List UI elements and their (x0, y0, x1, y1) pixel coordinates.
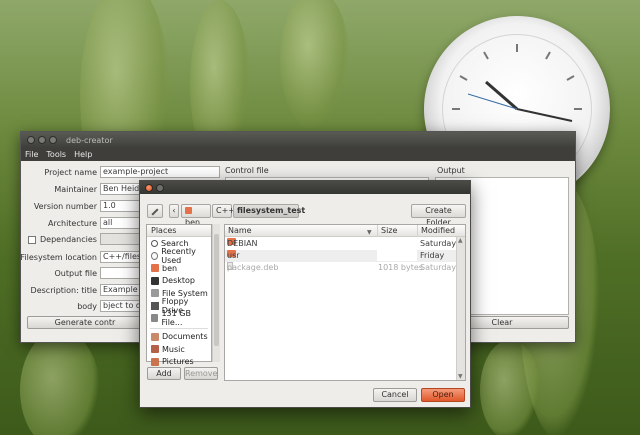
cancel-button[interactable]: Cancel (373, 388, 417, 402)
dialog-titlebar[interactable] (140, 181, 470, 194)
main-titlebar[interactable]: deb-creator (21, 132, 575, 148)
control-file-label: Control file (225, 166, 269, 175)
column-modified[interactable]: Modified (417, 225, 459, 237)
path-crumb-cpp[interactable]: C++ (212, 204, 235, 218)
output-file-input[interactable] (100, 267, 144, 279)
chevron-left-icon: ‹ (172, 206, 176, 215)
body-input[interactable]: bject to dem (100, 300, 144, 312)
window-title: deb-creator (66, 135, 113, 145)
drive-icon (151, 314, 159, 323)
place-desktop-label: Desktop (162, 276, 195, 286)
file-list-header: Name ▼ Size Modified (225, 225, 465, 237)
version-label: Version number (33, 202, 97, 211)
generate-control-button[interactable]: Generate contr (27, 316, 143, 329)
places-scrollbar[interactable] (212, 224, 220, 362)
file-modified: Saturday (420, 263, 457, 272)
file-size (377, 250, 417, 261)
body-label: body (77, 302, 97, 311)
file-name-text: package.deb (227, 263, 279, 272)
desc-title-label: Description: title (30, 286, 97, 295)
maximize-button[interactable] (49, 136, 57, 144)
pencil-icon (151, 208, 159, 216)
places-scrollbar-thumb[interactable] (214, 234, 219, 346)
file-size (377, 238, 417, 249)
architecture-select[interactable]: all (100, 217, 144, 229)
desktop-icon (151, 276, 159, 285)
file-list-scrollbar[interactable]: ▲ ▼ (456, 237, 465, 380)
home-folder-icon (185, 207, 192, 214)
place-music[interactable]: Music (147, 343, 211, 356)
place-music-label: Music (162, 344, 185, 354)
clock-icon (151, 251, 159, 260)
scroll-up-icon: ▲ (458, 237, 463, 244)
filesystem-input[interactable]: C++/filesyst (100, 251, 144, 263)
path-crumb-filesystem-test[interactable]: filesystem_test (233, 204, 305, 218)
search-icon (151, 239, 158, 247)
place-documents[interactable]: Documents (147, 331, 211, 344)
place-ben-label: ben (162, 263, 178, 273)
file-list: Name ▼ Size Modified DEBIAN Saturday usr… (224, 224, 466, 381)
place-pictures-label: Pictures (162, 357, 194, 367)
output-label: Output (437, 166, 465, 175)
project-name-input[interactable]: example-project (100, 166, 220, 178)
place-documents-label: Documents (162, 332, 208, 342)
floppy-icon (151, 301, 159, 310)
desc-title-input[interactable]: Example pr (100, 284, 144, 296)
file-modified: Friday (420, 251, 445, 260)
file-modified: Saturday (420, 239, 457, 248)
file-row-debian[interactable]: DEBIAN Saturday (225, 238, 461, 250)
dialog-close-button[interactable] (145, 183, 153, 192)
edit-location-button[interactable] (147, 204, 163, 218)
drive-icon (151, 289, 159, 298)
home-folder-icon (151, 264, 159, 273)
filesystem-label: Filesystem location (20, 253, 97, 262)
output-file-label: Output file (54, 269, 97, 278)
places-header: Places (147, 225, 211, 237)
place-recent-label: Recently Used (161, 246, 196, 265)
music-folder-icon (151, 345, 159, 354)
dialog-minimize-button[interactable] (156, 183, 164, 192)
column-name[interactable]: Name (225, 225, 377, 237)
file-row-package-deb[interactable]: package.deb 1018 bytes Saturday (225, 262, 461, 274)
file-name-text: DEBIAN (227, 239, 258, 248)
dependancies-input[interactable] (100, 233, 144, 245)
column-size[interactable]: Size (377, 225, 417, 237)
file-size: 1018 bytes (378, 263, 423, 272)
open-button[interactable]: Open (421, 388, 465, 402)
file-chooser-dialog: ‹ ben C++ filesystem_test Create Folder … (139, 180, 471, 408)
folder-icon (151, 332, 159, 341)
architecture-label: Architecture (48, 219, 97, 228)
menubar: File Tools Help (21, 148, 575, 161)
dependancies-label: Dependancies (40, 235, 97, 244)
menu-help[interactable]: Help (74, 150, 92, 159)
file-row-usr[interactable]: usr Friday (225, 250, 461, 262)
path-back-button[interactable]: ‹ (169, 204, 179, 218)
maintainer-label: Maintainer (54, 185, 97, 194)
maintainer-input[interactable]: Ben Heiden (100, 183, 144, 195)
version-input[interactable]: 1.0 (100, 200, 144, 212)
place-desktop[interactable]: Desktop (147, 275, 211, 288)
menu-file[interactable]: File (25, 150, 38, 159)
dependancies-checkbox[interactable] (28, 236, 36, 244)
file-name-text: usr (227, 251, 240, 260)
path-crumb-ben[interactable]: ben (181, 204, 211, 227)
menu-tools[interactable]: Tools (46, 150, 66, 159)
place-131gb-label: 131 GB File... (161, 309, 191, 328)
create-folder-button[interactable]: Create Folder (411, 204, 466, 227)
scroll-down-icon: ▼ (458, 373, 463, 380)
place-131gb[interactable]: 131 GB File... (147, 309, 211, 328)
place-recently-used[interactable]: Recently Used (147, 246, 211, 265)
places-pane: Places Search Recently Used ben Desktop … (146, 224, 212, 366)
remove-bookmark-button[interactable]: Remove (184, 367, 218, 380)
add-bookmark-button[interactable]: Add (147, 367, 181, 380)
close-button[interactable] (27, 136, 35, 144)
minimize-button[interactable] (38, 136, 46, 144)
sort-down-icon: ▼ (367, 229, 372, 236)
project-name-label: Project name (44, 168, 97, 177)
pictures-folder-icon (151, 357, 159, 366)
